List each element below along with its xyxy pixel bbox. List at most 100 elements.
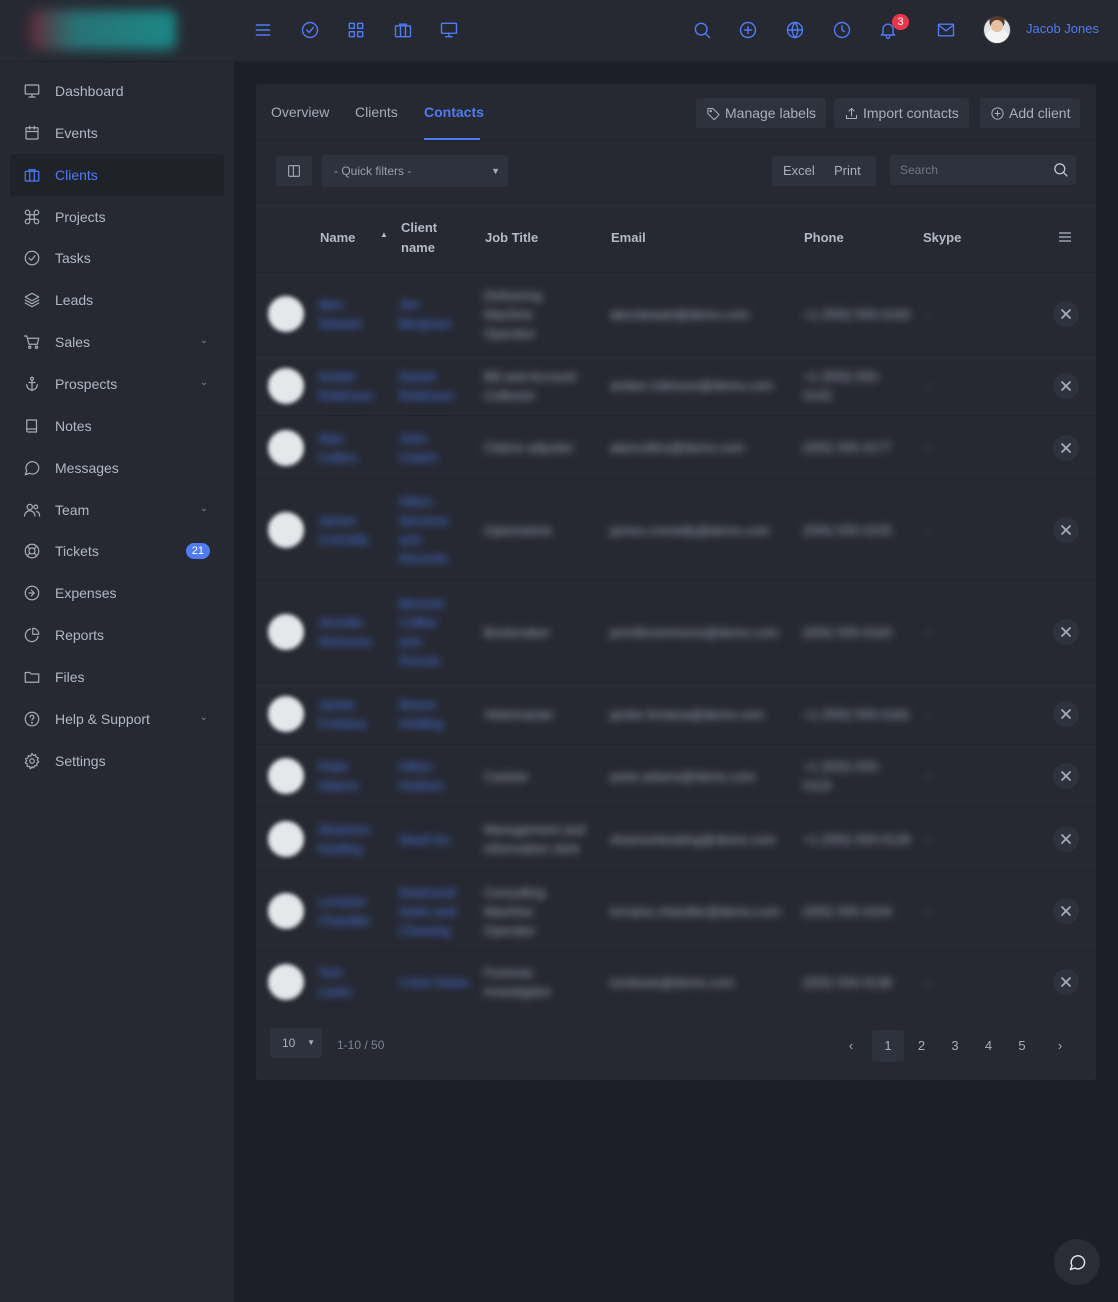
contact-name[interactable]: Amber Robinson [318,367,396,405]
menu-icon[interactable] [252,19,274,41]
contact-name[interactable]: Alan Collins [318,429,396,467]
globe-icon[interactable] [784,19,806,41]
check-circle-icon[interactable] [299,19,321,41]
sidebar-item-leads[interactable]: Leads [10,279,224,321]
sidebar-item-notes[interactable]: Notes [10,405,224,447]
table-row[interactable]: Jennifer Simmons Bennett Coffee and Donuts Boo… [256,580,1096,682]
delete-contact-button[interactable] [1053,619,1079,645]
table-row[interactable]: Lorraine Chandler Redmond Swim and Cleaning C… [256,870,1096,950]
pagination-page[interactable]: 5 [1006,1030,1038,1062]
sidebar-item-prospects[interactable]: Prospects ⌄ [10,363,224,405]
tab-overview[interactable]: Overview [271,104,329,120]
client-name[interactable]: Moore Holding [399,695,479,733]
table-row[interactable]: Tom Lewis Crest Vision Forensic Investigator… [256,950,1096,1012]
client-name[interactable]: Hilton Hudson [399,757,479,795]
contact-name[interactable]: Tom Lewis [318,963,396,1001]
contact-name[interactable]: Peter Adams [318,757,396,795]
grid-icon[interactable] [345,19,367,41]
contact-name[interactable]: Jackie Fontana [318,695,396,733]
column-options-icon[interactable] [1058,230,1074,244]
client-name[interactable]: Jim Bergman [399,295,479,333]
column-header-phone[interactable]: Phone [804,228,844,248]
search-icon[interactable] [1052,161,1070,179]
delete-contact-button[interactable] [1053,301,1079,327]
sidebar-item-expenses[interactable]: Expenses [10,572,224,614]
pagination-prev[interactable]: ‹ [835,1030,867,1062]
table-row[interactable]: Shannon Keating Seed Inc. Management and inf… [256,806,1096,870]
client-name[interactable]: Seed Inc. [399,830,479,849]
user-name[interactable]: Jacob Jones [1026,21,1099,36]
briefcase-icon[interactable] [392,19,414,41]
sidebar-item-clients[interactable]: Clients [10,153,224,196]
contact-name[interactable]: James Connelly [318,511,396,549]
client-name[interactable]: Hilton Services and Records [399,492,479,568]
sidebar-item-settings[interactable]: Settings [10,740,224,782]
delete-contact-button[interactable] [1053,517,1079,543]
column-toggle-button[interactable] [276,156,312,186]
delete-contact-button[interactable] [1053,898,1079,924]
sidebar-item-messages[interactable]: Messages [10,447,224,489]
sidebar-item-sales[interactable]: Sales ⌄ [10,321,224,363]
mail-icon[interactable] [935,19,957,41]
search-icon[interactable] [691,19,713,41]
sidebar-item-tickets[interactable]: Tickets 21 [10,530,224,572]
delete-contact-button[interactable] [1053,701,1079,727]
delete-contact-button[interactable] [1053,826,1079,852]
column-header-skype[interactable]: Skype [923,228,961,248]
column-header-client-name-line2[interactable]: name [401,238,435,258]
column-header-job-title[interactable]: Job Title [485,228,538,248]
import-contacts-button[interactable]: Import contacts [834,98,969,128]
column-header-client-name-line1[interactable]: Client [401,218,437,238]
delete-contact-button[interactable] [1053,763,1079,789]
table-row[interactable]: Amber Robinson Daniel Robinson Bill and Acco… [256,354,1096,415]
contact-name[interactable]: Jennifer Simmons [318,613,396,651]
client-name[interactable]: Crest Vision [399,973,479,992]
sidebar-item-events[interactable]: Events [10,112,224,154]
sort-asc-icon[interactable]: ▲ [380,230,388,239]
client-name[interactable]: Redmond Swim and Cleaning [399,883,479,940]
contact-name[interactable]: Shannon Keating [318,820,396,858]
column-header-name[interactable]: Name [320,228,355,248]
pagination-page[interactable]: 4 [973,1030,1005,1062]
sidebar-item-files[interactable]: Files [10,656,224,698]
app-logo[interactable] [30,10,176,50]
sidebar-item-reports[interactable]: Reports [10,614,224,656]
column-header-email[interactable]: Email [611,228,646,248]
pagination-page[interactable]: 3 [939,1030,971,1062]
contact-name[interactable]: Lorraine Chandler [318,892,396,930]
quick-filters-select[interactable]: - Quick filters - ▼ [322,155,508,187]
tab-contacts[interactable]: Contacts [424,104,484,120]
manage-labels-button[interactable]: Manage labels [696,98,827,128]
delete-contact-button[interactable] [1053,372,1079,399]
client-name[interactable]: John Coteril [399,429,479,467]
table-row[interactable]: Alan Collins John Coteril Claims adjuster ala… [256,415,1096,478]
client-name[interactable]: Bennett Coffee and Donuts [399,594,479,670]
sidebar-item-projects[interactable]: Projects [10,196,224,238]
tab-clients[interactable]: Clients [355,104,398,120]
contact-name[interactable]: Alex Stewart [318,295,396,333]
client-name[interactable]: Daniel Robinson [399,367,479,405]
plus-circle-icon[interactable] [737,19,759,41]
sidebar-item-tasks[interactable]: Tasks [10,237,224,279]
delete-contact-button[interactable] [1053,969,1079,995]
print-button[interactable]: Print [834,163,861,178]
excel-button[interactable]: Excel [783,163,815,178]
pagination-next[interactable]: › [1044,1030,1076,1062]
sidebar-item-dashboard[interactable]: Dashboard [10,70,224,112]
sidebar-item-team[interactable]: Team ⌄ [10,489,224,531]
add-client-button[interactable]: Add client [980,98,1081,128]
monitor-icon[interactable] [438,19,460,41]
table-row[interactable]: Alex Stewart Jim Bergman Delivering Machine Op… [256,272,1096,354]
table-row[interactable]: James Connelly Hilton Services and Records Opt… [256,478,1096,580]
table-row[interactable]: Peter Adams Hilton Hudson Cashier peter.adams… [256,744,1096,806]
delete-contact-button[interactable] [1053,434,1079,461]
page-size-select[interactable]: 10 ▼ [270,1028,322,1058]
pagination-page[interactable]: 1 [872,1030,904,1062]
user-avatar[interactable] [983,16,1011,44]
sidebar-item-help-support[interactable]: Help & Support ⌄ [10,698,224,740]
chat-button[interactable] [1054,1239,1100,1285]
table-row[interactable]: Jackie Fontana Moore Holding Veterinarian jac… [256,682,1096,744]
clock-icon[interactable] [831,19,853,41]
search-input[interactable] [890,155,1076,185]
pagination-page[interactable]: 2 [906,1030,938,1062]
